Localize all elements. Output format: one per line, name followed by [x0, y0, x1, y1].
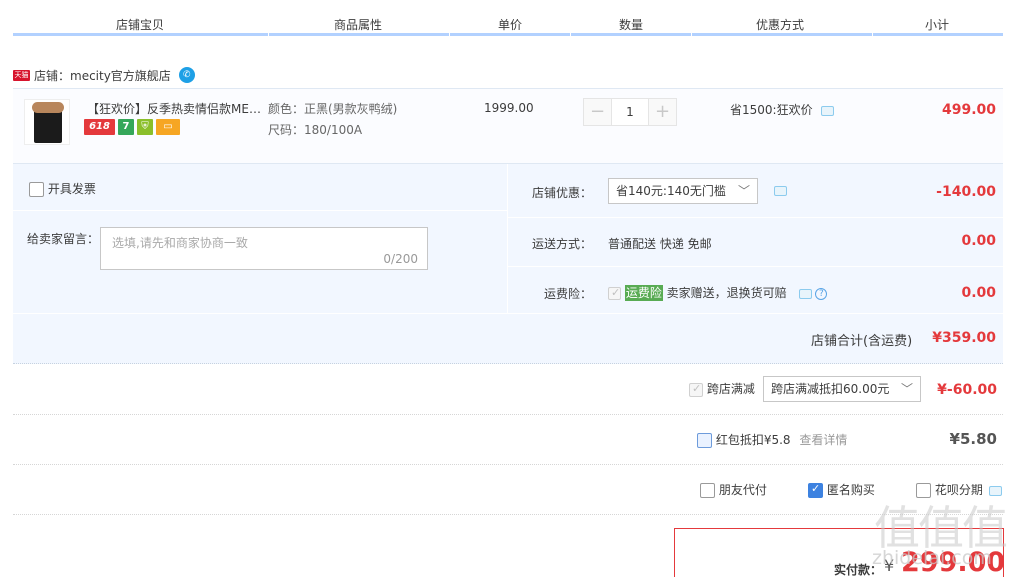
red-packet-option[interactable]: 红包抵扣¥5.8 查看详情: [697, 431, 847, 448]
shop-discount-value: 省140元:140无门槛: [616, 184, 726, 198]
cross-store-select[interactable]: 跨店满减抵扣60.00元 ﹀: [763, 376, 921, 402]
chevron-down-icon: ﹀: [900, 382, 913, 396]
quantity-minus-button[interactable]: −: [583, 98, 612, 126]
cross-store-label: 跨店满减: [706, 382, 755, 396]
item-promotion: 省1500:狂欢价: [730, 101, 835, 118]
insurance-option: 运费险 卖家赠送，退换货可赔 ?: [608, 284, 828, 301]
cross-store-amount: ¥-60.00: [937, 382, 997, 398]
message-placeholder: 选填,请先和商家协商一致: [112, 236, 248, 250]
anonymous-option[interactable]: 匿名购买: [808, 481, 875, 498]
item-subtotal: 499.00: [941, 102, 996, 118]
promotion-info-icon[interactable]: [821, 105, 835, 116]
quantity-plus-button[interactable]: +: [648, 98, 677, 126]
friend-pay-label: 朋友代付: [718, 483, 767, 497]
friend-pay-option[interactable]: 朋友代付: [700, 481, 767, 498]
anonymous-label: 匿名购买: [826, 483, 875, 497]
shipping-amount: 0.00: [961, 233, 996, 249]
sku-size: 尺码：180/100A: [268, 123, 363, 137]
col-attributes: 商品属性: [334, 18, 383, 32]
cross-store-option: 跨店满减: [689, 380, 755, 397]
promotion-text: 省1500:狂欢价: [730, 103, 813, 117]
col-quantity: 数量: [619, 18, 644, 32]
col-subtotal: 小计: [925, 18, 950, 32]
shipping-label: 运送方式：: [532, 237, 593, 251]
order-options-panel: 开具发票 给卖家留言： 选填,请先和商家协商一致 0/200 店铺优惠： 省14…: [13, 164, 1003, 364]
chevron-down-icon: ﹀: [737, 184, 750, 198]
invoice-option[interactable]: 开具发票: [29, 180, 96, 197]
product-thumbnail[interactable]: [24, 99, 70, 145]
product-title-link[interactable]: 【狂欢价】反季热卖情侣款MECITY男装冬季大毛领派克服男: [87, 100, 267, 117]
shop-name-link[interactable]: 店铺：mecity官方旗舰店: [34, 67, 171, 84]
col-unit-price: 单价: [498, 18, 523, 32]
seven-day-return-icon[interactable]: 7: [118, 119, 134, 135]
watermark-site: zhidelai.com: [872, 547, 992, 569]
shipping-method: 普通配送 快递 免邮: [608, 237, 712, 251]
red-packet-amount: ¥5.80: [949, 430, 997, 448]
insurance-amount: 0.00: [961, 285, 996, 301]
anonymous-checkbox[interactable]: [808, 482, 823, 498]
shop-total-amount: ¥359.00: [932, 330, 996, 346]
friend-pay-checkbox[interactable]: [700, 483, 715, 498]
insurance-info-icon[interactable]: [798, 288, 812, 299]
shop-row: 天猫 店铺：mecity官方旗舰店 ✆: [13, 66, 195, 84]
message-char-count: 0/200: [383, 252, 418, 266]
cross-store-checkbox: [689, 382, 703, 397]
shop-discount-label: 店铺优惠：: [532, 186, 593, 200]
message-textarea[interactable]: 选填,请先和商家协商一致 0/200: [100, 227, 428, 270]
insurance-checkbox: [608, 286, 621, 300]
credit-card-icon[interactable]: ▭: [156, 119, 180, 135]
col-shop-item: 店铺宝贝: [116, 18, 165, 32]
product-badges: 618 7 ⛨ ▭: [84, 119, 180, 135]
invoice-label: 开具发票: [47, 182, 96, 196]
red-packet-label: 红包抵扣¥5.8: [715, 433, 791, 447]
618-badge-icon[interactable]: 618: [84, 119, 115, 135]
shop-discount-amount: -140.00: [936, 184, 996, 200]
help-icon[interactable]: ?: [815, 287, 828, 300]
guarantee-icon[interactable]: ⛨: [137, 119, 153, 135]
wangwang-chat-icon[interactable]: ✆: [178, 67, 195, 83]
quantity-stepper: − 1 +: [583, 98, 677, 126]
quantity-input[interactable]: 1: [612, 98, 648, 126]
cart-header: 店铺宝贝 商品属性 单价 数量 优惠方式 小计: [13, 0, 1003, 36]
cart-item-row: 【狂欢价】反季热卖情侣款MECITY男装冬季大毛领派克服男 618 7 ⛨ ▭ …: [13, 88, 1003, 164]
red-packet-checkbox[interactable]: [697, 433, 712, 448]
insurance-tag: 运费险: [624, 285, 663, 301]
message-label: 给卖家留言：: [27, 232, 100, 246]
insurance-description: 卖家赠送，退换货可赔: [666, 286, 787, 300]
shop-discount-select[interactable]: 省140元:140无门槛 ﹀: [608, 178, 758, 204]
invoice-checkbox[interactable]: [29, 182, 44, 197]
shop-discount-info-icon[interactable]: [774, 186, 787, 196]
cross-store-value: 跨店满减抵扣60.00元: [771, 382, 890, 396]
insurance-label: 运费险：: [544, 287, 593, 301]
unit-price: 1999.00: [484, 101, 534, 115]
col-discount: 优惠方式: [756, 18, 805, 32]
sku-color: 颜色：正黑(男款灰鸭绒): [268, 102, 398, 116]
tmall-icon: 天猫: [13, 69, 30, 81]
shop-total-label: 店铺合计(含运费): [811, 334, 913, 349]
red-packet-details-link[interactable]: 查看详情: [799, 433, 847, 447]
